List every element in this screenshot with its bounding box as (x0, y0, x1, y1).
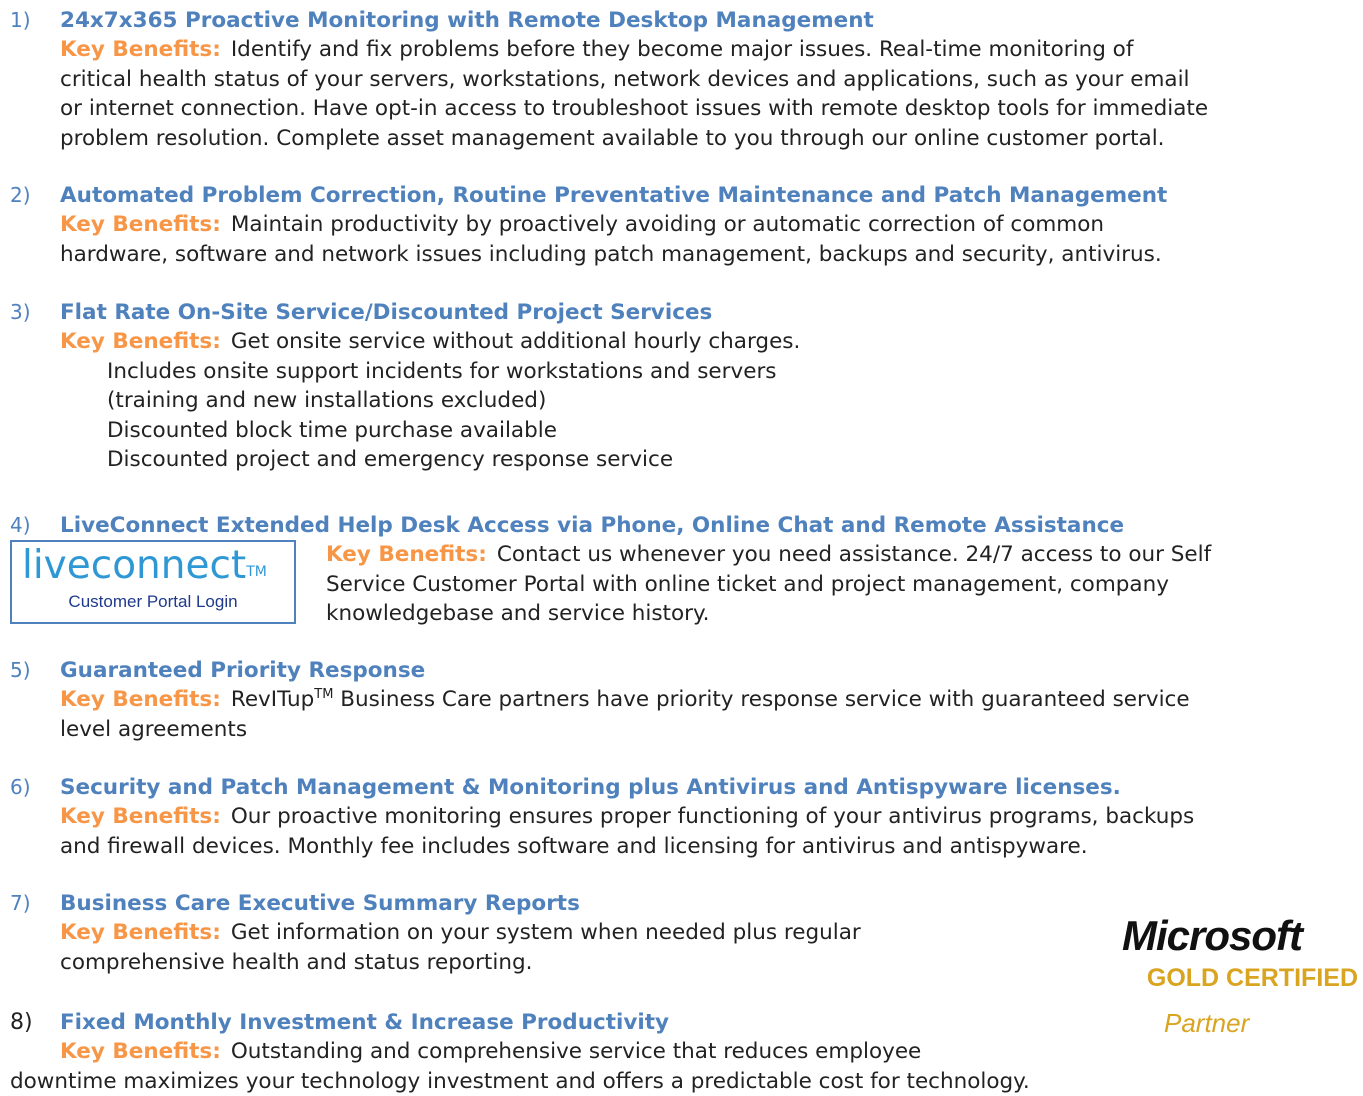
microsoft-wordmark: Microsoft (1122, 912, 1302, 960)
item-number: 4) (10, 511, 31, 540)
item-title: LiveConnect Extended Help Desk Access vi… (60, 511, 1124, 540)
liveconnect-logo: liveconnectTM (22, 544, 267, 588)
microsoft-gold-certified-partner-logo: Microsoft GOLD CERTIFIED Partner (1092, 912, 1358, 1052)
item-body: Key Benefits: Our proactive monitoring en… (60, 802, 1194, 861)
item-title: 24x7x365 Proactive Monitoring with Remot… (60, 6, 874, 35)
sub-line: Discounted block time purchase available (60, 416, 800, 446)
item-title: Automated Problem Correction, Routine Pr… (60, 181, 1167, 210)
key-benefits-label: Key Benefits: (60, 1039, 221, 1064)
item-number: 6) (10, 773, 31, 802)
body-line: Contact us whenever you need assistance.… (497, 542, 1211, 567)
key-benefits-label: Key Benefits: (60, 37, 221, 62)
item-title: Flat Rate On-Site Service/Discounted Pro… (60, 298, 712, 327)
item-title: Security and Patch Management & Monitori… (60, 773, 1121, 802)
body-line: Get information on your system when need… (231, 920, 861, 945)
partner-label: Partner (1164, 1008, 1249, 1039)
body-line: problem resolution. Complete asset manag… (60, 124, 1208, 154)
body-line: knowledgebase and service history. (326, 599, 1211, 629)
item-body: Key Benefits: Identify and fix problems b… (60, 35, 1208, 153)
item-body: Key Benefits: Maintain productivity by pr… (60, 210, 1162, 269)
item-title: Business Care Executive Summary Reports (60, 889, 580, 918)
item-body: Key Benefits: Get information on your sys… (60, 918, 861, 977)
item-body: Key Benefits: RevITupTM Business Care par… (60, 685, 1190, 744)
body-line: Service Customer Portal with online tick… (326, 570, 1211, 600)
body-line: or internet connection. Have opt-in acce… (60, 94, 1208, 124)
body-line: comprehensive health and status reportin… (60, 948, 861, 978)
gold-certified-label: GOLD CERTIFIED (1092, 964, 1358, 993)
item-number: 7) (10, 889, 31, 918)
item-number: 8) (10, 1008, 33, 1037)
liveconnect-portal-login-link[interactable]: liveconnectTM Customer Portal Login (10, 540, 296, 624)
item-title: Guaranteed Priority Response (60, 656, 425, 685)
body-line: and firewall devices. Monthly fee includ… (60, 832, 1194, 862)
key-benefits-label: Key Benefits: (60, 329, 221, 354)
sub-line: Discounted project and emergency respons… (60, 445, 800, 475)
key-benefits-label: Key Benefits: (326, 542, 487, 567)
body-line: level agreements (60, 715, 1190, 745)
item-number: 2) (10, 181, 31, 210)
body-line: Identify and fix problems before they be… (231, 37, 1134, 62)
sub-line: (training and new installations excluded… (60, 386, 800, 416)
body-line: hardware, software and network issues in… (60, 240, 1162, 270)
body-line: downtime maximizes your technology inves… (10, 1067, 1030, 1096)
body-line: Business Care partners have priority res… (333, 687, 1189, 712)
trademark: TM (314, 687, 333, 702)
item-number: 3) (10, 298, 31, 327)
brand-name: RevITup (231, 687, 314, 712)
body-line: Our proactive monitoring ensures proper … (231, 804, 1194, 829)
body-line: Maintain productivity by proactively avo… (231, 212, 1104, 237)
key-benefits-label: Key Benefits: (60, 920, 221, 945)
item-body: Key Benefits: Outstanding and comprehensi… (60, 1037, 1030, 1096)
item-body: Key Benefits: Contact us whenever you nee… (326, 540, 1211, 629)
key-benefits-label: Key Benefits: (60, 804, 221, 829)
item-number: 5) (10, 656, 31, 685)
body-line: critical health status of your servers, … (60, 65, 1208, 95)
item-title: Fixed Monthly Investment & Increase Prod… (60, 1008, 669, 1037)
sub-line: Includes onsite support incidents for wo… (60, 357, 800, 387)
item-number: 1) (10, 6, 31, 35)
portal-login-label: Customer Portal Login (12, 592, 294, 612)
body-line: Get onsite service without additional ho… (231, 329, 801, 354)
key-benefits-label: Key Benefits: (60, 687, 221, 712)
body-line: Outstanding and comprehensive service th… (231, 1039, 921, 1064)
key-benefits-label: Key Benefits: (60, 212, 221, 237)
item-body: Key Benefits: Get onsite service without … (60, 327, 800, 475)
